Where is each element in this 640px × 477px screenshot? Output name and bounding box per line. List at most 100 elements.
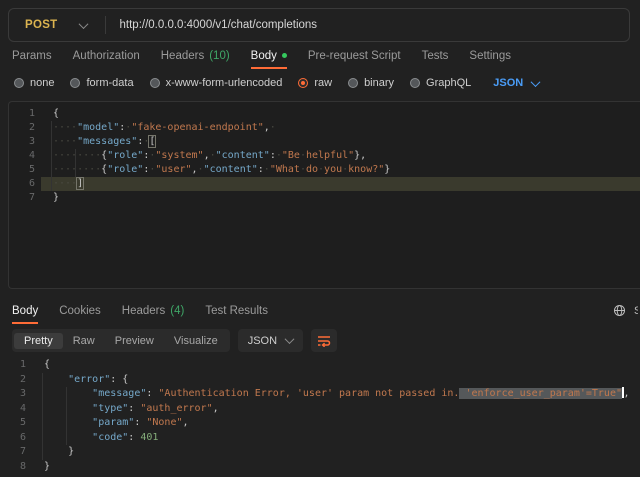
code-token: } [384,164,390,175]
tab-cookies[interactable]: Cookies [59,297,101,324]
code-line[interactable]: 5········{"role":·"user",·"content":·"Wh… [9,163,640,177]
response-tabs-right: S [613,297,640,324]
code-token: : [134,417,146,428]
code-token [44,417,92,428]
code-token: } [44,446,74,457]
body-mode-urlencoded[interactable]: x-www-form-urlencoded [150,77,283,89]
response-headers-count-badge: (4) [170,305,184,317]
code-token: "fake-openai-endpoint" [131,122,263,133]
view-raw[interactable]: Raw [63,333,105,349]
view-pretty[interactable]: Pretty [14,333,63,349]
headers-count-badge: (10) [209,50,229,62]
view-preview[interactable]: Preview [105,333,164,349]
chevron-down-icon [285,334,295,344]
line-number: 5 [9,163,41,177]
code-line[interactable]: 3 "message": "Authentication Error, 'use… [0,387,640,402]
code-line[interactable]: 2····"model":·"fake-openai-endpoint",· [9,121,640,135]
body-mode-raw[interactable]: raw [298,77,332,89]
code-token: "type" [92,403,128,414]
code-line[interactable]: 8} [0,460,640,475]
code-token: "role" [107,150,143,161]
code-token: · [270,122,276,133]
radio-icon [348,78,358,88]
body-mode-binary[interactable]: binary [348,77,394,89]
body-mode-form-data[interactable]: form-data [70,77,133,89]
tab-params[interactable]: Params [12,42,52,69]
chevron-down-icon [78,19,88,29]
code-token: "None" [146,417,182,428]
code-token [44,388,92,399]
tab-response-headers[interactable]: Headers(4) [122,297,185,324]
body-mode-none[interactable]: none [14,77,54,89]
tab-body[interactable]: Body [251,42,287,69]
code-token: : [146,388,158,399]
line-number: 2 [9,121,41,135]
globe-icon[interactable] [613,304,626,317]
code-line[interactable]: 3····"messages":·[ [9,135,640,149]
request-language-selector[interactable]: JSON [493,77,539,89]
status-clipped: S [634,305,638,317]
code-token: you [324,164,342,175]
code-token: "What [270,164,300,175]
code-token: ···· [53,136,77,147]
code-line[interactable]: 4········{"role":·"system",·"content":·"… [9,149,640,163]
code-token [44,374,68,385]
tab-authorization[interactable]: Authorization [73,42,140,69]
code-token: helpful" [306,150,354,161]
tab-settings[interactable]: Settings [469,42,511,69]
body-mode-row: none form-data x-www-form-urlencoded raw… [0,71,640,95]
wrap-text-button[interactable] [311,329,337,352]
request-code-lines: 1{2····"model":·"fake-openai-endpoint",·… [9,107,640,205]
method-label: POST [25,19,58,31]
code-token: "user" [155,164,191,175]
request-body-editor[interactable]: 1{2····"model":·"fake-openai-endpoint",·… [8,101,640,289]
code-token: know?" [348,164,384,175]
code-token: } [53,192,59,203]
code-token: , [183,417,189,428]
code-token: "auth_error" [140,403,212,414]
line-number: 8 [0,460,32,475]
code-token: "content" [216,150,270,161]
response-language-selector[interactable]: JSON [238,329,303,352]
method-selector[interactable]: POST [9,19,105,31]
indent-guide [51,121,52,191]
code-line[interactable]: 7 } [0,445,640,460]
tab-response-body[interactable]: Body [12,297,38,324]
radio-icon [14,78,24,88]
view-visualize[interactable]: Visualize [164,333,228,349]
response-view-switch: Pretty Raw Preview Visualize [12,329,230,352]
postman-app: POST http://0.0.0.0:4000/v1/chat/complet… [0,0,640,477]
code-line[interactable]: 5 "param": "None", [0,416,640,431]
code-token: ········ [53,150,101,161]
indent-guide [75,149,76,177]
line-number: 1 [9,107,41,121]
tab-headers[interactable]: Headers(10) [161,42,230,69]
radio-icon [150,78,160,88]
divider [105,16,106,34]
radio-icon [410,78,420,88]
code-token: ] [77,178,83,189]
code-line[interactable]: 6 "code": 401 [0,431,640,446]
tab-test-results[interactable]: Test Results [205,297,268,324]
code-token: "Authentication Error, 'user' param not … [158,388,459,399]
code-line[interactable]: 7} [9,191,640,205]
line-number: 4 [9,149,41,163]
code-line[interactable]: 4 "type": "auth_error", [0,402,640,417]
code-line[interactable]: 6····] [9,177,640,191]
code-token: }, [354,150,366,161]
code-line[interactable]: 2 "error": { [0,373,640,388]
code-line[interactable]: 1{ [9,107,640,121]
indent-guide [42,373,43,460]
tab-pre-request-script[interactable]: Pre-request Script [308,42,401,69]
line-number: 4 [0,402,32,417]
request-tabs: Params Authorization Headers(10) Body Pr… [0,42,640,69]
url-input[interactable]: http://0.0.0.0:4000/v1/chat/completions [120,19,318,31]
response-tabs: Body Cookies Headers(4) Test Results S [0,297,640,324]
response-body-editor[interactable]: 1{2 "error": {3 "message": "Authenticati… [0,356,640,474]
selected-text: 'enforce_user_param'=True" [459,388,622,399]
body-mode-graphql[interactable]: GraphQL [410,77,471,89]
code-line[interactable]: 1{ [0,358,640,373]
code-token: do [306,164,318,175]
tab-tests[interactable]: Tests [422,42,449,69]
code-token: "message" [92,388,146,399]
